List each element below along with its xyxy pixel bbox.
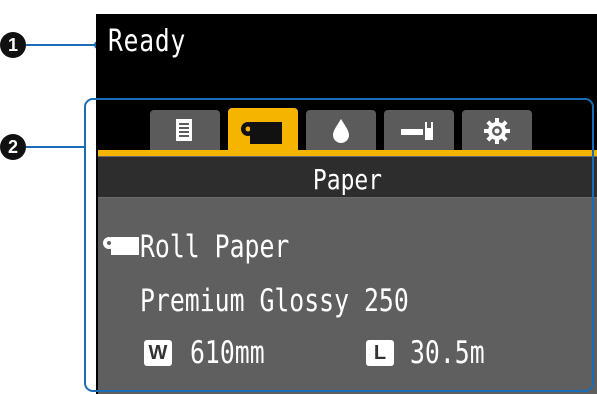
callout-leader-1	[26, 44, 98, 46]
menu-area-highlight	[84, 98, 594, 392]
callout-marker-1: 1	[0, 32, 26, 58]
status-message: Ready	[108, 24, 187, 59]
callout-leader-2	[26, 146, 86, 148]
callout-marker-2: 2	[0, 134, 26, 160]
